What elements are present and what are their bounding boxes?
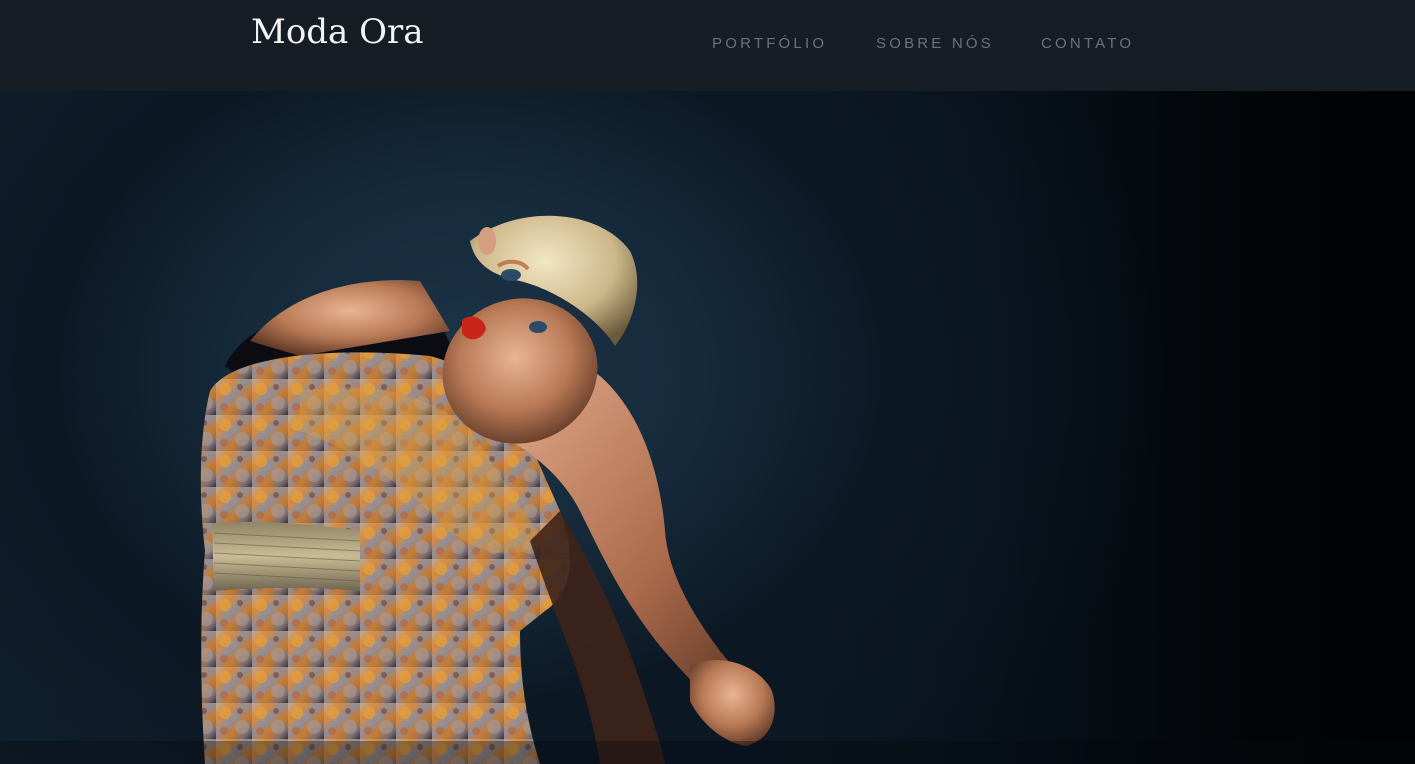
nav-link-sobre-nos[interactable]: SOBRE NÓS <box>876 35 994 52</box>
main-nav: PORTFÓLIO SOBRE NÓS CONTATO <box>0 35 1415 55</box>
hero-banner <box>0 91 1415 764</box>
site-header: Moda Ora PORTFÓLIO SOBRE NÓS CONTATO <box>0 0 1415 91</box>
hero-model-photo <box>0 215 1415 764</box>
nav-link-contato[interactable]: CONTATO <box>1041 35 1134 52</box>
nav-link-portfolio[interactable]: PORTFÓLIO <box>712 35 827 52</box>
